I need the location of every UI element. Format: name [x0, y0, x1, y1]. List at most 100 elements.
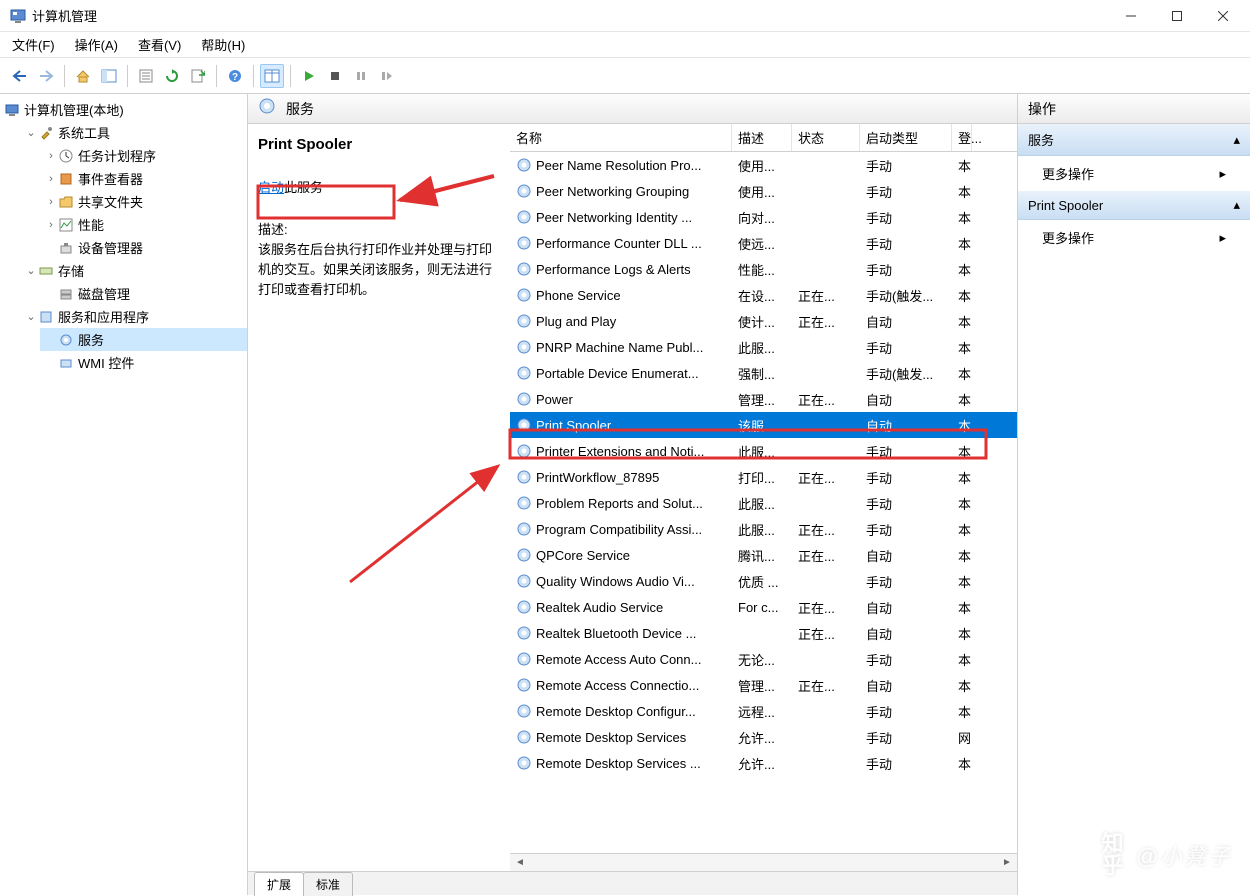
col-startup[interactable]: 启动类型: [860, 124, 952, 151]
service-name: Realtek Audio Service: [536, 600, 663, 615]
service-row[interactable]: Quality Windows Audio Vi...优质 ...手动本: [510, 568, 1017, 594]
service-row[interactable]: Print Spooler该服...自动本: [510, 412, 1017, 438]
tab-standard[interactable]: 标准: [303, 872, 353, 896]
service-row[interactable]: Peer Networking Identity ...向对...手动本: [510, 204, 1017, 230]
service-row[interactable]: Performance Logs & Alerts性能...手动本: [510, 256, 1017, 282]
gear-icon: [516, 339, 532, 355]
service-row[interactable]: QPCore Service腾讯...正在...自动本: [510, 542, 1017, 568]
service-row[interactable]: Remote Desktop Configur...远程...手动本: [510, 698, 1017, 724]
service-row[interactable]: PNRP Machine Name Publ...此服...手动本: [510, 334, 1017, 360]
storage-icon: [38, 263, 54, 279]
properties-button[interactable]: [134, 64, 158, 88]
actions-group-services[interactable]: 服务 ▴: [1018, 124, 1250, 156]
minimize-button[interactable]: [1108, 1, 1154, 31]
help-button[interactable]: ?: [223, 64, 247, 88]
actions-group-print-spooler[interactable]: Print Spooler ▴: [1018, 191, 1250, 220]
close-button[interactable]: [1200, 1, 1246, 31]
service-row[interactable]: Performance Counter DLL ...使远...手动本: [510, 230, 1017, 256]
service-row[interactable]: PrintWorkflow_87895打印...正在...手动本: [510, 464, 1017, 490]
service-row[interactable]: Plug and Play使计...正在...自动本: [510, 308, 1017, 334]
horizontal-scrollbar[interactable]: ◄ ►: [510, 853, 1017, 871]
tree-services[interactable]: 服务: [40, 328, 247, 351]
tree-services-apps[interactable]: ⌄ 服务和应用程序: [20, 305, 247, 328]
service-row[interactable]: Program Compatibility Assi...此服...正在...手…: [510, 516, 1017, 542]
collapse-icon[interactable]: ⌄: [24, 310, 38, 323]
start-service-link[interactable]: 启动: [258, 180, 284, 195]
tree-device-manager[interactable]: 设备管理器: [40, 236, 247, 259]
table-body[interactable]: Peer Name Resolution Pro...使用...手动本Peer …: [510, 152, 1017, 853]
center-header: 服务: [248, 94, 1017, 124]
forward-button[interactable]: [34, 64, 58, 88]
actions-more-print-spooler[interactable]: 更多操作 ▸: [1018, 220, 1250, 255]
service-name: Performance Logs & Alerts: [536, 262, 691, 277]
service-row[interactable]: Phone Service在设...正在...手动(触发...本: [510, 282, 1017, 308]
service-name: Plug and Play: [536, 314, 616, 329]
service-row[interactable]: Realtek Bluetooth Device ...正在...自动本: [510, 620, 1017, 646]
expand-icon[interactable]: ›: [44, 196, 58, 208]
expand-icon[interactable]: ›: [44, 150, 58, 162]
tab-extended[interactable]: 扩展: [254, 872, 304, 896]
up-button[interactable]: [71, 64, 95, 88]
maximize-button[interactable]: [1154, 1, 1200, 31]
menu-view[interactable]: 查看(V): [138, 35, 181, 54]
restart-service-button[interactable]: [375, 64, 399, 88]
collapse-icon[interactable]: ⌄: [24, 264, 38, 277]
service-logon: 本: [952, 702, 972, 721]
actions-more-services[interactable]: 更多操作 ▸: [1018, 156, 1250, 191]
clock-icon: [58, 148, 74, 164]
tree-wmi[interactable]: WMI 控件: [40, 351, 247, 374]
service-row[interactable]: Problem Reports and Solut...此服...手动本: [510, 490, 1017, 516]
view-tabs: 扩展 标准: [248, 871, 1017, 895]
stop-service-button[interactable]: [323, 64, 347, 88]
tree-task-scheduler[interactable]: ›任务计划程序: [40, 144, 247, 167]
service-startup: 手动(触发...: [860, 286, 952, 305]
service-row[interactable]: Remote Desktop Services ...允许...手动本: [510, 750, 1017, 776]
toolbar: ?: [0, 58, 1250, 94]
service-row[interactable]: Printer Extensions and Noti...此服...手动本: [510, 438, 1017, 464]
tree-disk-management[interactable]: 磁盘管理: [40, 282, 247, 305]
service-desc: 无论...: [732, 650, 792, 669]
pause-service-button[interactable]: [349, 64, 373, 88]
expand-icon[interactable]: ›: [44, 219, 58, 231]
navigation-tree[interactable]: 计算机管理(本地) ⌄ 系统工具 ›任务计划程序 ›事件查看器 ›共享文件夹: [0, 94, 248, 895]
menu-action[interactable]: 操作(A): [75, 35, 118, 54]
service-logon: 本: [952, 182, 972, 201]
export-button[interactable]: [186, 64, 210, 88]
service-row[interactable]: Remote Access Auto Conn...无论...手动本: [510, 646, 1017, 672]
scroll-right-icon[interactable]: ►: [999, 857, 1015, 868]
menu-file[interactable]: 文件(F): [12, 35, 55, 54]
service-startup: 手动: [860, 442, 952, 461]
service-startup: 自动: [860, 598, 952, 617]
tree-performance[interactable]: ›性能: [40, 213, 247, 236]
gear-icon: [516, 365, 532, 381]
tree-event-viewer[interactable]: ›事件查看器: [40, 167, 247, 190]
tree-shared-folders[interactable]: ›共享文件夹: [40, 190, 247, 213]
col-logon[interactable]: 登...: [952, 124, 972, 151]
service-row[interactable]: Realtek Audio ServiceFor c...正在...自动本: [510, 594, 1017, 620]
service-row[interactable]: Portable Device Enumerat...强制...手动(触发...…: [510, 360, 1017, 386]
view-details-button[interactable]: [260, 64, 284, 88]
device-icon: [58, 240, 74, 256]
service-desc: 使用...: [732, 156, 792, 175]
expand-icon[interactable]: ›: [44, 173, 58, 185]
service-row[interactable]: Power管理...正在...自动本: [510, 386, 1017, 412]
start-service-button[interactable]: [297, 64, 321, 88]
service-row[interactable]: Remote Desktop Services允许...手动网: [510, 724, 1017, 750]
scroll-left-icon[interactable]: ◄: [512, 857, 528, 868]
col-name[interactable]: 名称: [510, 124, 732, 151]
back-button[interactable]: [8, 64, 32, 88]
gear-icon: [516, 547, 532, 563]
tree-system-tools[interactable]: ⌄ 系统工具: [20, 121, 247, 144]
service-startup: 手动: [860, 182, 952, 201]
tree-root[interactable]: 计算机管理(本地): [0, 98, 247, 121]
menu-help[interactable]: 帮助(H): [201, 35, 245, 54]
col-description[interactable]: 描述: [732, 124, 792, 151]
col-status[interactable]: 状态: [792, 124, 860, 151]
service-row[interactable]: Peer Name Resolution Pro...使用...手动本: [510, 152, 1017, 178]
tree-storage[interactable]: ⌄ 存储: [20, 259, 247, 282]
collapse-icon[interactable]: ⌄: [24, 126, 38, 139]
service-row[interactable]: Peer Networking Grouping使用...手动本: [510, 178, 1017, 204]
service-row[interactable]: Remote Access Connectio...管理...正在...自动本: [510, 672, 1017, 698]
show-hide-tree-button[interactable]: [97, 64, 121, 88]
refresh-button[interactable]: [160, 64, 184, 88]
